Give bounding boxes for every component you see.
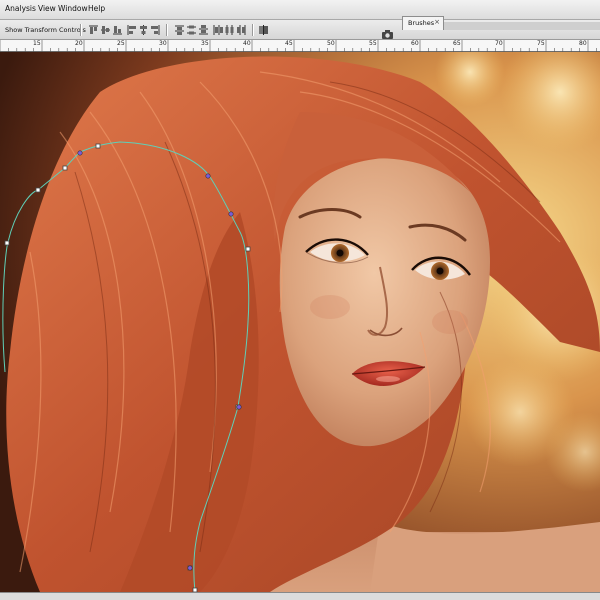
distribute-top-icon[interactable] [174,24,185,36]
distribute-vertical-centers-icon[interactable] [186,24,197,36]
ruler-label: 55 [369,40,377,47]
camera-icon[interactable] [381,25,394,39]
menu-help[interactable]: Help [88,4,105,13]
align-top-edges-icon[interactable] [88,24,99,36]
align-vertical-centers-icon[interactable] [100,24,111,36]
ruler-label: 70 [495,40,503,47]
menu-window[interactable]: Window [58,4,88,13]
ruler-label: 45 [285,40,293,47]
ruler-ticks [0,40,597,52]
ruler-label: 15 [33,40,41,47]
align-right-edges-icon[interactable] [150,24,161,36]
distribute-horizontal-centers-icon[interactable] [224,24,235,36]
document-canvas[interactable] [0,52,600,592]
ruler-label: 60 [411,40,419,47]
distribute-right-icon[interactable] [236,24,247,36]
ruler-label: 80 [579,40,587,47]
options-divider [80,24,82,36]
ruler-label: 40 [243,40,251,47]
panel-dock [444,22,600,30]
distribute-left-icon[interactable] [212,24,223,36]
ruler-label: 65 [453,40,461,47]
pen-path-overlay[interactable] [0,52,600,592]
align-left-edges-icon[interactable] [126,24,137,36]
ruler-label: 35 [201,40,209,47]
ruler-label: 30 [159,40,167,47]
tab-brushes[interactable]: Brushes × [402,16,444,30]
show-transform-controls-label[interactable]: Show Transform Controls [5,26,86,34]
status-bar [0,592,600,600]
menu-analysis[interactable]: Analysis [5,4,36,13]
align-horizontal-centers-icon[interactable] [138,24,149,36]
close-icon[interactable]: × [434,18,440,26]
menu-view[interactable]: View [38,4,56,13]
distribute-bottom-icon[interactable] [198,24,209,36]
ruler-label: 20 [75,40,83,47]
options-divider [166,24,168,36]
auto-align-layers-icon[interactable] [258,24,269,36]
ruler-label: 75 [537,40,545,47]
horizontal-ruler[interactable]: 15 20 25 30 35 40 45 50 55 60 65 70 75 8… [0,40,600,52]
options-divider [252,24,254,36]
align-bottom-edges-icon[interactable] [112,24,123,36]
tab-brushes-label: Brushes [408,19,435,27]
ruler-label: 50 [327,40,335,47]
menu-bar: Analysis View Window Help [0,0,600,20]
ruler-label: 25 [117,40,125,47]
